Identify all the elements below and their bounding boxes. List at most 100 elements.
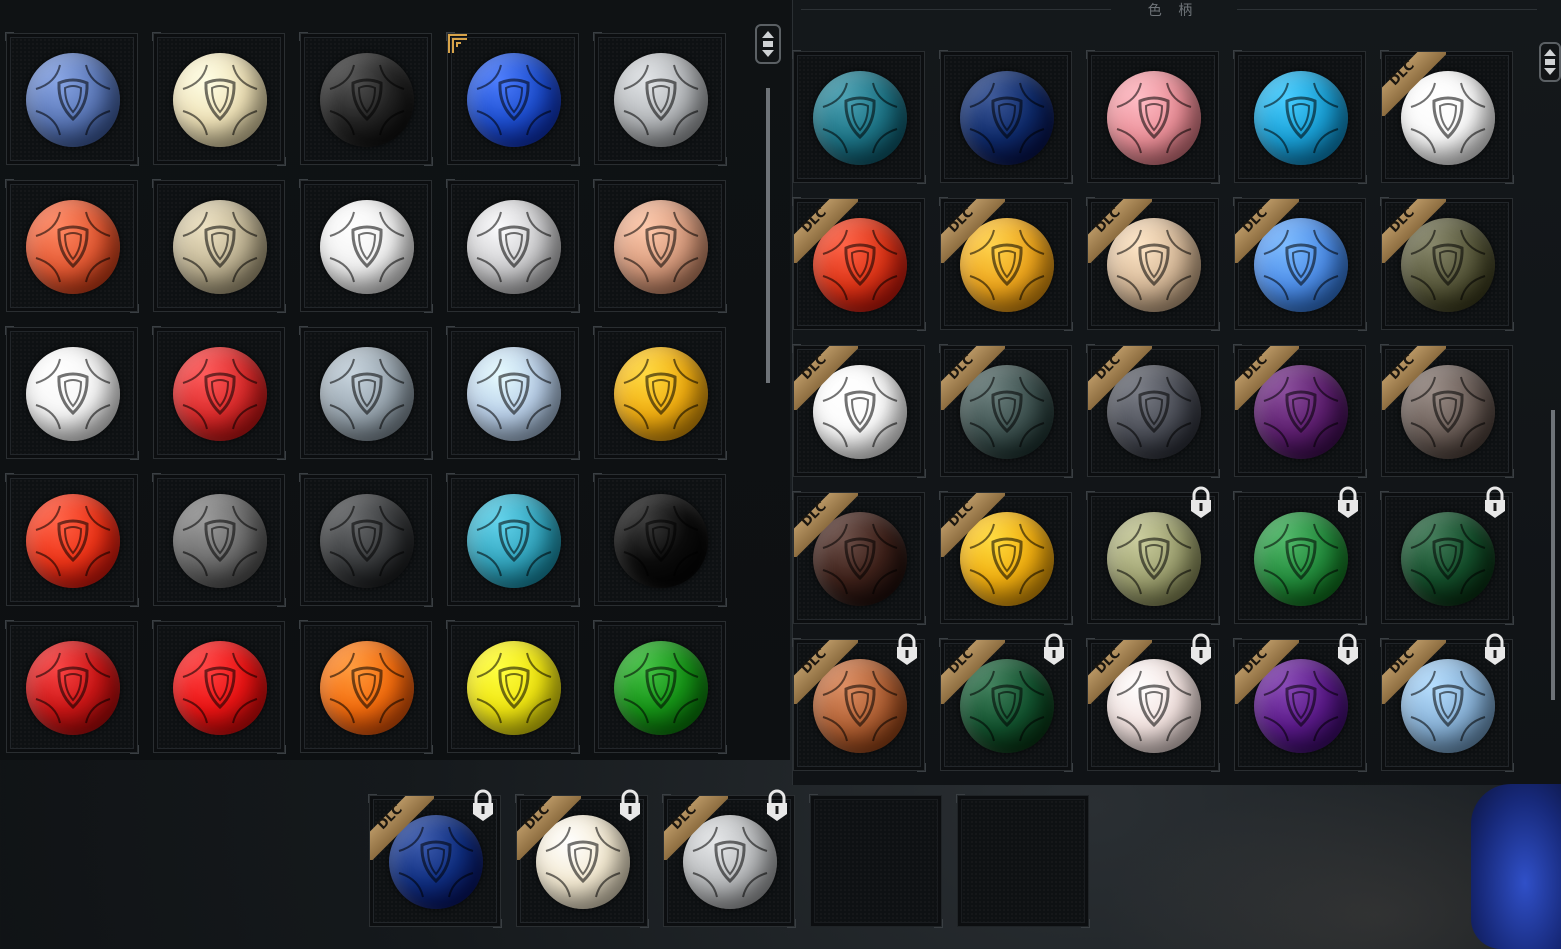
color-swatch-tile[interactable] xyxy=(593,326,727,460)
dlc-color-swatch-tile[interactable]: DLC xyxy=(1380,197,1514,331)
dlc-color-swatch-tile[interactable]: DLC xyxy=(1086,197,1220,331)
empty-slot xyxy=(956,794,1090,928)
color-swatch-tile[interactable] xyxy=(152,32,286,166)
shield-emblem-icon xyxy=(1410,523,1486,595)
color-swatch-tile[interactable] xyxy=(299,473,433,607)
color-swatch-orb xyxy=(1401,659,1495,753)
dlc-color-swatch-tile[interactable]: DLC xyxy=(1233,633,1367,772)
color-swatch-tile[interactable] xyxy=(593,32,727,166)
shield-emblem-icon xyxy=(1116,376,1192,448)
color-swatch-orb xyxy=(614,641,708,735)
left-scrollbar-thumb[interactable] xyxy=(766,88,770,383)
dlc-color-swatch-tile[interactable]: DLC xyxy=(939,491,1073,625)
shield-emblem-icon xyxy=(1263,82,1339,154)
color-swatch-orb xyxy=(960,512,1054,606)
dlc-color-swatch-tile[interactable]: DLC xyxy=(1086,344,1220,478)
dlc-color-swatch-tile[interactable]: DLC xyxy=(792,197,926,331)
updown-arrows-icon xyxy=(1544,49,1556,75)
color-swatch-tile[interactable] xyxy=(299,326,433,460)
color-swatch-orb xyxy=(1254,512,1348,606)
color-swatch-orb xyxy=(173,494,267,588)
color-swatch-tile[interactable] xyxy=(446,179,580,313)
shield-emblem-icon xyxy=(35,358,111,430)
padlock-icon xyxy=(1338,486,1358,518)
shield-emblem-icon xyxy=(35,505,111,577)
color-swatch-tile[interactable] xyxy=(446,32,580,166)
secondary-color-panel: 色 柄 DLC DLC DLC DLC DLC DLC DLC DLC DLC DLC DLC DLC… xyxy=(792,0,1561,785)
dlc-color-swatch-tile[interactable]: DLC xyxy=(792,491,926,625)
shield-emblem-icon xyxy=(623,211,699,283)
color-swatch-tile[interactable] xyxy=(299,620,433,754)
color-swatch-orb xyxy=(320,641,414,735)
color-swatch-tile[interactable] xyxy=(5,32,139,166)
color-swatch-orb xyxy=(1401,365,1495,459)
dlc-color-swatch-tile[interactable]: DLC xyxy=(939,633,1073,772)
shield-emblem-icon xyxy=(476,64,552,136)
shield-emblem-icon xyxy=(476,358,552,430)
right-scrollbar-thumb[interactable] xyxy=(1551,410,1555,700)
color-swatch-tile[interactable] xyxy=(5,326,139,460)
color-swatch-tile[interactable] xyxy=(446,326,580,460)
dlc-color-swatch-tile[interactable]: DLC xyxy=(1233,197,1367,331)
dlc-color-swatch-tile[interactable]: DLC xyxy=(1380,50,1514,184)
dlc-color-swatch-tile[interactable] xyxy=(792,50,926,184)
dlc-color-swatch-tile[interactable]: DLC xyxy=(515,789,649,928)
color-swatch-tile[interactable] xyxy=(152,179,286,313)
color-swatch-orb xyxy=(614,347,708,441)
dlc-color-swatch-tile[interactable] xyxy=(1380,486,1514,625)
shield-emblem-icon xyxy=(1263,229,1339,301)
shield-emblem-icon xyxy=(969,670,1045,742)
dlc-color-swatch-tile[interactable] xyxy=(1233,486,1367,625)
dlc-color-swatch-tile[interactable]: DLC xyxy=(939,197,1073,331)
panel-title: 色 柄 xyxy=(1147,3,1199,19)
color-swatch-orb xyxy=(1254,218,1348,312)
shield-emblem-icon xyxy=(623,64,699,136)
armor-preview xyxy=(1471,784,1561,949)
color-swatch-tile[interactable] xyxy=(299,32,433,166)
color-swatch-orb xyxy=(320,494,414,588)
empty-slot xyxy=(809,794,943,928)
color-swatch-tile[interactable] xyxy=(5,473,139,607)
dlc-color-swatch-tile[interactable]: DLC xyxy=(792,633,926,772)
color-swatch-orb xyxy=(320,200,414,294)
dlc-color-swatch-tile[interactable] xyxy=(1086,50,1220,184)
color-swatch-orb xyxy=(389,815,483,909)
dlc-color-swatch-tile[interactable]: DLC xyxy=(368,789,502,928)
shield-emblem-icon xyxy=(329,358,405,430)
color-swatch-tile[interactable] xyxy=(446,620,580,754)
dlc-color-swatch-tile[interactable]: DLC xyxy=(792,344,926,478)
dlc-color-swatch-tile[interactable]: DLC xyxy=(939,344,1073,478)
dlc-color-swatch-tile[interactable]: DLC xyxy=(1086,633,1220,772)
color-swatch-tile[interactable] xyxy=(299,179,433,313)
color-swatch-orb xyxy=(26,347,120,441)
color-swatch-tile[interactable] xyxy=(593,620,727,754)
dlc-color-swatch-tile[interactable]: DLC xyxy=(1380,633,1514,772)
color-swatch-orb xyxy=(614,494,708,588)
color-swatch-orb xyxy=(1107,218,1201,312)
color-swatch-tile[interactable] xyxy=(152,473,286,607)
dlc-color-swatch-tile[interactable] xyxy=(1233,50,1367,184)
color-swatch-tile[interactable] xyxy=(152,620,286,754)
color-swatch-tile[interactable] xyxy=(446,473,580,607)
shield-emblem-icon xyxy=(182,358,258,430)
shield-emblem-icon xyxy=(545,826,621,898)
dlc-color-swatch-tile[interactable] xyxy=(939,50,1073,184)
right-scroll-handle[interactable] xyxy=(1539,42,1561,82)
dlc-color-swatch-tile[interactable]: DLC xyxy=(1233,344,1367,478)
color-swatch-tile[interactable] xyxy=(593,179,727,313)
shield-emblem-icon xyxy=(969,523,1045,595)
dlc-color-swatch-tile[interactable]: DLC xyxy=(1380,344,1514,478)
color-swatch-orb xyxy=(813,218,907,312)
color-swatch-orb xyxy=(1401,512,1495,606)
color-swatch-tile[interactable] xyxy=(593,473,727,607)
color-swatch-tile[interactable] xyxy=(152,326,286,460)
color-swatch-orb xyxy=(1107,71,1201,165)
color-swatch-tile[interactable] xyxy=(5,179,139,313)
color-swatch-tile[interactable] xyxy=(5,620,139,754)
shield-emblem-icon xyxy=(1116,523,1192,595)
color-swatch-orb xyxy=(614,200,708,294)
dlc-color-swatch-tile[interactable] xyxy=(1086,486,1220,625)
left-scroll-handle[interactable] xyxy=(755,24,781,64)
dlc-color-swatch-tile[interactable]: DLC xyxy=(662,789,796,928)
color-swatch-orb xyxy=(1401,71,1495,165)
